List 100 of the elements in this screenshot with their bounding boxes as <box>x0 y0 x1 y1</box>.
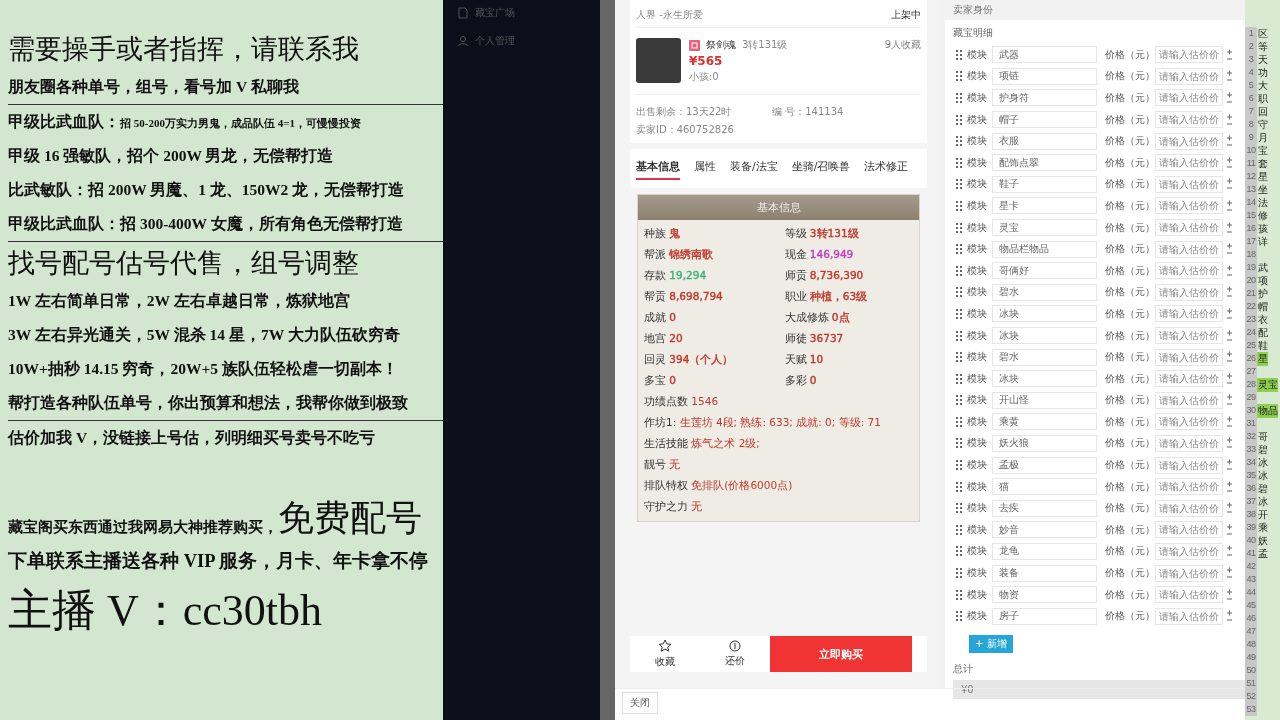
stepper-icon[interactable] <box>1226 198 1233 213</box>
price-field[interactable]: 请输入估价价 <box>1155 262 1223 280</box>
drag-handle-icon[interactable] <box>956 93 962 103</box>
drag-handle-icon[interactable] <box>956 416 962 427</box>
drag-handle-icon[interactable] <box>956 200 962 211</box>
module-field[interactable]: 装备 <box>992 564 1097 582</box>
price-field[interactable]: 请输入估价价 <box>1155 132 1223 150</box>
price-field[interactable]: 请输入估价价 <box>1155 564 1223 582</box>
stepper-icon[interactable] <box>1226 220 1233 235</box>
buy-button[interactable]: 立即购买 <box>770 636 912 672</box>
module-field[interactable]: 武器 <box>992 46 1097 64</box>
drag-handle-icon[interactable] <box>956 395 962 406</box>
drag-handle-icon[interactable] <box>956 546 962 557</box>
module-field[interactable]: 去疾 <box>992 499 1097 517</box>
stepper-icon[interactable] <box>1226 350 1233 365</box>
price-field[interactable]: 请输入估价价 <box>1155 67 1223 85</box>
module-field[interactable]: 配饰点翠 <box>992 154 1097 172</box>
module-field[interactable]: 冰块 <box>992 327 1097 344</box>
drag-handle-icon[interactable] <box>956 481 962 492</box>
module-field[interactable]: 猫 <box>992 478 1097 496</box>
price-field[interactable]: 请输入估价价 <box>1155 305 1223 323</box>
stepper-icon[interactable] <box>1226 436 1233 451</box>
drag-handle-icon[interactable] <box>956 157 962 168</box>
drag-handle-icon[interactable] <box>956 114 962 125</box>
close-button[interactable]: 关闭 <box>622 692 658 714</box>
stepper-icon[interactable] <box>1226 306 1233 321</box>
stepper-icon[interactable] <box>1226 458 1233 473</box>
stepper-icon[interactable] <box>1226 134 1233 149</box>
price-field[interactable]: 请输入估价价 <box>1155 175 1223 193</box>
stepper-icon[interactable] <box>1226 479 1233 494</box>
price-field[interactable]: 请输入估价价 <box>1155 370 1223 388</box>
drag-handle-icon[interactable] <box>956 136 962 147</box>
stepper-icon[interactable] <box>1226 112 1233 127</box>
drag-handle-icon[interactable] <box>956 524 962 535</box>
price-field[interactable]: 请输入估价价 <box>1155 435 1223 452</box>
drag-handle-icon[interactable] <box>956 179 962 190</box>
module-field[interactable]: 冰块 <box>992 305 1097 323</box>
price-field[interactable]: 请输入估价价 <box>1155 154 1223 172</box>
drag-handle-icon[interactable] <box>956 71 962 82</box>
module-field[interactable]: 妙音 <box>992 521 1097 539</box>
module-field[interactable]: 项链 <box>992 67 1097 85</box>
stepper-icon[interactable] <box>1226 177 1233 192</box>
price-field[interactable]: 请输入估价价 <box>1155 499 1223 517</box>
drag-handle-icon[interactable] <box>956 265 962 276</box>
drag-handle-icon[interactable] <box>956 611 962 622</box>
price-field[interactable]: 请输入估价价 <box>1155 219 1223 237</box>
stepper-icon[interactable] <box>1226 522 1233 537</box>
drag-handle-icon[interactable] <box>956 330 962 341</box>
drag-handle-icon[interactable] <box>956 460 962 471</box>
price-field[interactable]: 请输入估价价 <box>1155 478 1223 496</box>
module-field[interactable]: 房子 <box>992 607 1097 625</box>
stepper-icon[interactable] <box>1226 328 1233 343</box>
price-field[interactable]: 请输入估价价 <box>1155 348 1223 366</box>
stepper-icon[interactable] <box>1226 414 1233 429</box>
stepper-icon[interactable] <box>1226 242 1233 257</box>
price-field[interactable]: 请输入估价价 <box>1155 46 1223 64</box>
stepper-icon[interactable] <box>1226 501 1233 516</box>
module-field[interactable]: 哥俩好 <box>992 262 1097 280</box>
drag-handle-icon[interactable] <box>956 287 962 298</box>
module-field[interactable]: 碧水 <box>992 348 1097 366</box>
module-field[interactable]: 乘黄 <box>992 413 1097 431</box>
price-field[interactable]: 请输入估价价 <box>1155 413 1223 431</box>
drag-handle-icon[interactable] <box>956 503 962 514</box>
module-field[interactable]: 护身符 <box>992 89 1097 107</box>
stepper-icon[interactable] <box>1226 544 1233 559</box>
price-field[interactable]: 请输入估价价 <box>1155 283 1223 301</box>
stepper-icon[interactable] <box>1226 587 1233 602</box>
tab[interactable]: 法术修正 <box>864 159 909 180</box>
tab[interactable]: 坐骑/召唤兽 <box>791 159 851 180</box>
module-field[interactable]: 物资 <box>992 586 1097 604</box>
price-field[interactable]: 请输入估价价 <box>1155 586 1223 604</box>
price-field[interactable]: 请输入估价价 <box>1155 456 1223 474</box>
stepper-icon[interactable] <box>1226 263 1233 278</box>
price-field[interactable]: 请输入估价价 <box>1155 89 1223 107</box>
drag-handle-icon[interactable] <box>956 589 962 600</box>
price-field[interactable]: 请输入估价价 <box>1155 391 1223 409</box>
module-field[interactable]: 鞋子 <box>992 175 1097 193</box>
price-field[interactable]: 请输入估价价 <box>1155 197 1223 215</box>
price-field[interactable]: 请输入估价价 <box>1155 240 1223 258</box>
stepper-icon[interactable] <box>1226 155 1233 170</box>
module-field[interactable]: 妖火狼 <box>992 435 1097 452</box>
tab[interactable]: 装备/法宝 <box>730 159 778 180</box>
stepper-icon[interactable] <box>1226 91 1233 105</box>
stepper-icon[interactable] <box>1226 566 1233 581</box>
drag-handle-icon[interactable] <box>956 352 962 363</box>
module-field[interactable]: 冰块 <box>992 370 1097 388</box>
price-field[interactable]: 请输入估价价 <box>1155 542 1223 560</box>
tab[interactable]: 属性 <box>694 159 716 180</box>
stepper-icon[interactable] <box>1226 609 1233 624</box>
stepper-icon[interactable] <box>1226 69 1233 84</box>
drag-handle-icon[interactable] <box>956 244 962 255</box>
stepper-icon[interactable] <box>1226 285 1233 300</box>
module-field[interactable]: 孟极 <box>992 456 1097 474</box>
module-field[interactable]: 开山怪 <box>992 391 1097 409</box>
module-field[interactable]: 星卡 <box>992 197 1097 215</box>
drag-handle-icon[interactable] <box>956 568 962 579</box>
module-field[interactable]: 龙龟 <box>992 542 1097 560</box>
tab[interactable]: 基本信息 <box>636 159 680 180</box>
price-field[interactable]: 请输入估价价 <box>1155 327 1223 344</box>
stepper-icon[interactable] <box>1226 393 1233 408</box>
